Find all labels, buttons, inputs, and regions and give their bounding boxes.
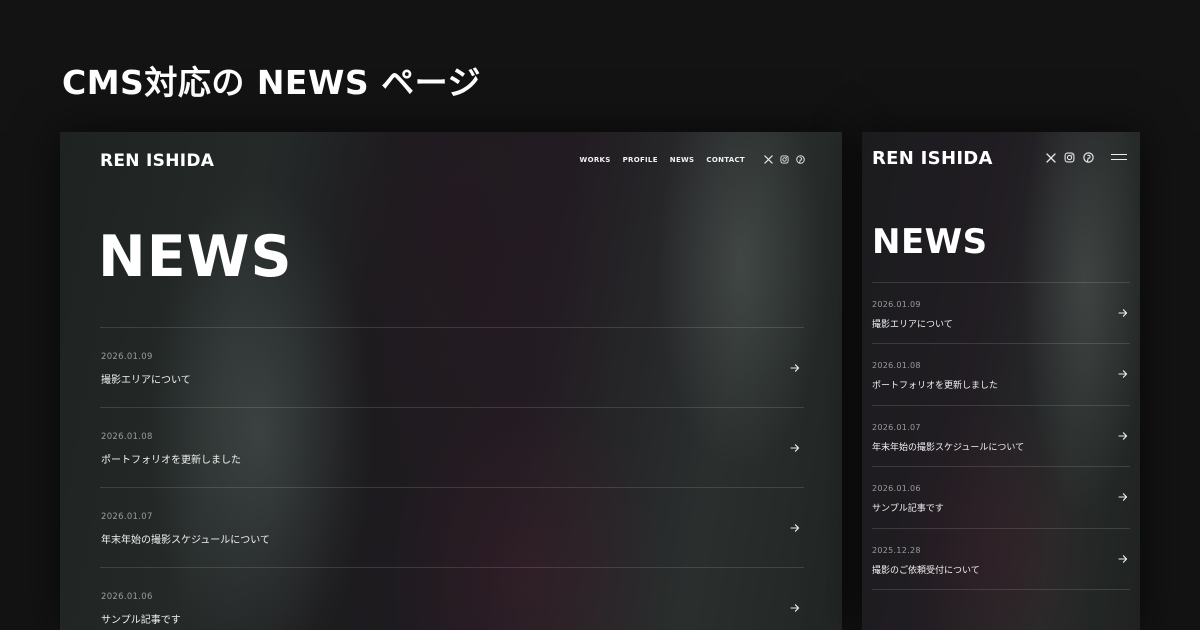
x-icon[interactable] [764,155,773,164]
nav-item-news[interactable]: NEWS [670,156,695,164]
pinterest-icon[interactable] [796,155,805,164]
instagram-icon[interactable] [780,155,789,164]
instagram-icon[interactable] [1064,152,1075,163]
site-logo[interactable]: REN ISHIDA [872,148,993,169]
nav-item-profile[interactable]: PROFILE [623,156,658,164]
nav-item-works[interactable]: WORKS [580,156,611,164]
arrow-right-icon[interactable] [1118,431,1128,441]
news-date: 2026.01.06 [872,484,921,494]
x-icon[interactable] [1046,152,1056,163]
news-item-title[interactable]: サンプル記事です [872,501,944,514]
news-item[interactable]: 2026.01.08 ポートフォリオを更新しました [100,408,804,488]
hamburger-menu-icon[interactable] [1111,153,1127,162]
news-date: 2026.01.06 [101,592,153,602]
arrow-right-icon[interactable] [1118,308,1128,318]
arrow-right-icon[interactable] [790,603,800,613]
site-logo[interactable]: REN ISHIDA [100,151,214,171]
arrow-right-icon[interactable] [790,523,800,533]
news-date: 2025.12.28 [872,545,921,555]
news-date: 2026.01.08 [872,361,921,371]
desktop-preview: REN ISHIDA WORKS PROFILE NEWS CONTACT NE… [60,132,842,630]
social-links [764,155,805,164]
news-item-title[interactable]: 年末年始の撮影スケジュールについて [101,531,270,546]
news-item[interactable]: 2026.01.08 ポートフォリオを更新しました [872,344,1130,406]
news-item[interactable]: 2026.01.07 年末年始の撮影スケジュールについて [872,406,1130,468]
news-list: 2026.01.09 撮影エリアについて 2026.01.08 ポートフォリオを… [872,282,1130,590]
arrow-right-icon[interactable] [1118,492,1128,502]
news-date: 2026.01.08 [101,432,153,442]
news-date: 2026.01.09 [101,352,153,362]
arrow-right-icon[interactable] [1118,554,1128,564]
news-title: NEWS [872,222,988,262]
news-item[interactable]: 2026.01.06 サンプル記事です [100,568,804,630]
arrow-right-icon[interactable] [1118,369,1128,379]
news-item[interactable]: 2026.01.09 撮影エリアについて [872,283,1130,345]
arrow-right-icon[interactable] [790,363,800,373]
page-heading: CMS対応の NEWS ページ [62,63,481,102]
news-item-title[interactable]: ポートフォリオを更新しました [872,378,998,391]
news-item-title[interactable]: 年末年始の撮影スケジュールについて [872,440,1024,453]
news-date: 2026.01.07 [101,512,153,522]
desktop-nav: WORKS PROFILE NEWS CONTACT [580,156,745,164]
news-item[interactable]: 2026.01.07 年末年始の撮影スケジュールについて [100,488,804,568]
news-item[interactable]: 2025.12.28 撮影のご依頼受付について [872,529,1130,590]
nav-item-contact[interactable]: CONTACT [706,156,745,164]
news-date: 2026.01.09 [872,300,921,309]
news-item[interactable]: 2026.01.06 サンプル記事です [872,467,1130,529]
mobile-preview: REN ISHIDA NEWS 2026.01.09 撮影エリアについて 202… [862,132,1140,630]
news-list: 2026.01.09 撮影エリアについて 2026.01.08 ポートフォリオを… [100,327,804,630]
news-item-title[interactable]: ポートフォリオを更新しました [101,451,241,466]
social-links [1046,152,1094,163]
news-item-title[interactable]: 撮影のご依頼受付について [872,563,980,576]
news-item-title[interactable]: 撮影エリアについて [101,371,191,386]
news-item[interactable]: 2026.01.09 撮影エリアについて [100,328,804,408]
news-item-title[interactable]: サンプル記事です [101,611,181,626]
news-date: 2026.01.07 [872,422,921,432]
news-title: NEWS [98,224,293,290]
news-item-title[interactable]: 撮影エリアについて [872,317,953,330]
pinterest-icon[interactable] [1083,152,1094,163]
arrow-right-icon[interactable] [790,443,800,453]
